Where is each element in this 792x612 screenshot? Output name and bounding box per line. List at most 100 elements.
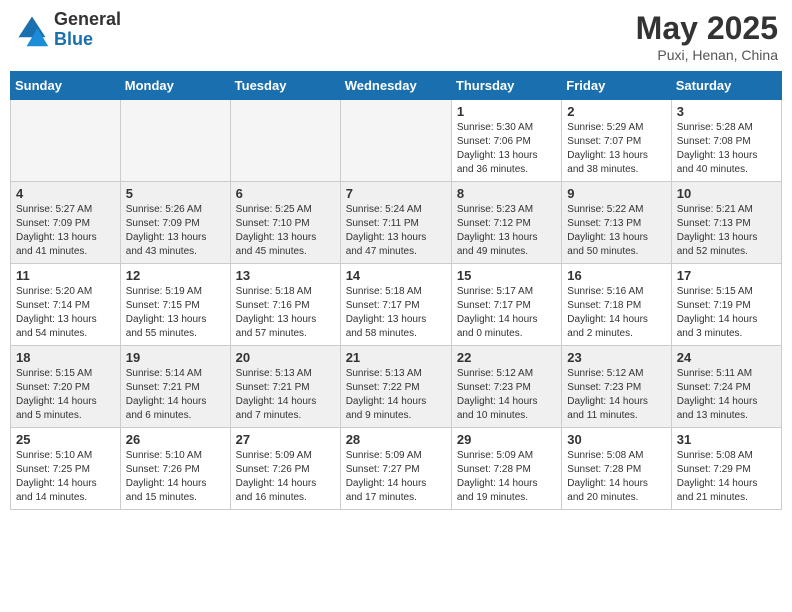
calendar-cell xyxy=(120,100,230,182)
day-info: Sunrise: 5:29 AM Sunset: 7:07 PM Dayligh… xyxy=(567,121,665,177)
day-info: Sunrise: 5:12 AM Sunset: 7:23 PM Dayligh… xyxy=(567,367,665,423)
calendar-cell: 23Sunrise: 5:12 AM Sunset: 7:23 PM Dayli… xyxy=(562,346,671,428)
day-number: 26 xyxy=(126,432,225,447)
day-info: Sunrise: 5:23 AM Sunset: 7:12 PM Dayligh… xyxy=(457,203,556,259)
calendar-cell: 29 Sunrise: 5:09 AM Sunset: 7:28 PM Dayli… xyxy=(451,428,561,510)
calendar-cell: 19 Sunrise: 5:14 AM Sunset: 7:21 PM Dayli… xyxy=(120,346,230,428)
week-row-2: 4Sunrise: 5:27 AM Sunset: 7:09 PM Daylig… xyxy=(11,182,782,264)
day-number: 6 xyxy=(236,186,335,201)
day-info: Sunrise: 5:15 AM Sunset: 7:20 PM Dayligh… xyxy=(16,367,115,423)
calendar-cell: 14Sunrise: 5:18 AM Sunset: 7:17 PM Dayli… xyxy=(340,264,451,346)
day-number: 2 xyxy=(567,104,665,119)
day-info: Sunrise: 5:22 AM Sunset: 7:13 PM Dayligh… xyxy=(567,203,665,259)
weekday-header-saturday: Saturday xyxy=(671,72,781,100)
weekday-header-sunday: Sunday xyxy=(11,72,121,100)
calendar-cell: 30 Sunrise: 5:08 AM Sunset: 7:28 PM Dayli… xyxy=(562,428,671,510)
day-number: 19 xyxy=(126,350,225,365)
day-number: 9 xyxy=(567,186,665,201)
day-info: Sunrise: 5:24 AM Sunset: 7:11 PM Dayligh… xyxy=(346,203,446,259)
calendar-cell xyxy=(11,100,121,182)
day-info: Sunrise: 5:08 AM Sunset: 7:29 PM Dayligh… xyxy=(677,449,776,505)
day-info: Sunrise: 5:17 AM Sunset: 7:17 PM Dayligh… xyxy=(457,285,556,341)
logo-blue-text: Blue xyxy=(54,30,121,50)
week-row-5: 25Sunrise: 5:10 AM Sunset: 7:25 PM Dayli… xyxy=(11,428,782,510)
day-info: Sunrise: 5:08 AM Sunset: 7:28 PM Dayligh… xyxy=(567,449,665,505)
calendar-cell: 26 Sunrise: 5:10 AM Sunset: 7:26 PM Dayli… xyxy=(120,428,230,510)
day-number: 15 xyxy=(457,268,556,283)
day-info: Sunrise: 5:12 AM Sunset: 7:23 PM Dayligh… xyxy=(457,367,556,423)
calendar-cell: 21 Sunrise: 5:13 AM Sunset: 7:22 PM Dayli… xyxy=(340,346,451,428)
day-info: Sunrise: 5:13 AM Sunset: 7:21 PM Dayligh… xyxy=(236,367,335,423)
logo-text: General Blue xyxy=(54,10,121,50)
weekday-header-wednesday: Wednesday xyxy=(340,72,451,100)
calendar-cell: 7 Sunrise: 5:24 AM Sunset: 7:11 PM Daylig… xyxy=(340,182,451,264)
day-info: Sunrise: 5:20 AM Sunset: 7:14 PM Dayligh… xyxy=(16,285,115,341)
day-number: 3 xyxy=(677,104,776,119)
logo: General Blue xyxy=(14,10,121,50)
calendar-cell: 16 Sunrise: 5:16 AM Sunset: 7:18 PM Dayli… xyxy=(562,264,671,346)
day-number: 1 xyxy=(457,104,556,119)
day-info: Sunrise: 5:14 AM Sunset: 7:21 PM Dayligh… xyxy=(126,367,225,423)
day-number: 18 xyxy=(16,350,115,365)
weekday-header-friday: Friday xyxy=(562,72,671,100)
day-number: 25 xyxy=(16,432,115,447)
day-info: Sunrise: 5:27 AM Sunset: 7:09 PM Dayligh… xyxy=(16,203,115,259)
logo-general-text: General xyxy=(54,10,121,30)
day-info: Sunrise: 5:13 AM Sunset: 7:22 PM Dayligh… xyxy=(346,367,446,423)
day-number: 16 xyxy=(567,268,665,283)
calendar-cell: 13 Sunrise: 5:18 AM Sunset: 7:16 PM Dayli… xyxy=(230,264,340,346)
calendar-cell: 15 Sunrise: 5:17 AM Sunset: 7:17 PM Dayli… xyxy=(451,264,561,346)
week-row-1: 1Sunrise: 5:30 AM Sunset: 7:06 PM Daylig… xyxy=(11,100,782,182)
day-number: 29 xyxy=(457,432,556,447)
day-info: Sunrise: 5:21 AM Sunset: 7:13 PM Dayligh… xyxy=(677,203,776,259)
day-number: 30 xyxy=(567,432,665,447)
calendar-cell: 11Sunrise: 5:20 AM Sunset: 7:14 PM Dayli… xyxy=(11,264,121,346)
calendar-cell: 12 Sunrise: 5:19 AM Sunset: 7:15 PM Dayli… xyxy=(120,264,230,346)
calendar-cell: 22Sunrise: 5:12 AM Sunset: 7:23 PM Dayli… xyxy=(451,346,561,428)
week-row-4: 18 Sunrise: 5:15 AM Sunset: 7:20 PM Dayli… xyxy=(11,346,782,428)
day-number: 21 xyxy=(346,350,446,365)
calendar-cell: 24 Sunrise: 5:11 AM Sunset: 7:24 PM Dayli… xyxy=(671,346,781,428)
day-number: 20 xyxy=(236,350,335,365)
title-block: May 2025 Puxi, Henan, China xyxy=(636,10,778,63)
calendar-cell: 28Sunrise: 5:09 AM Sunset: 7:27 PM Dayli… xyxy=(340,428,451,510)
day-info: Sunrise: 5:09 AM Sunset: 7:28 PM Dayligh… xyxy=(457,449,556,505)
day-info: Sunrise: 5:11 AM Sunset: 7:24 PM Dayligh… xyxy=(677,367,776,423)
day-info: Sunrise: 5:18 AM Sunset: 7:17 PM Dayligh… xyxy=(346,285,446,341)
calendar-cell: 10 Sunrise: 5:21 AM Sunset: 7:13 PM Dayli… xyxy=(671,182,781,264)
day-number: 12 xyxy=(126,268,225,283)
calendar-cell: 5Sunrise: 5:26 AM Sunset: 7:09 PM Daylig… xyxy=(120,182,230,264)
day-info: Sunrise: 5:18 AM Sunset: 7:16 PM Dayligh… xyxy=(236,285,335,341)
calendar-cell: 4Sunrise: 5:27 AM Sunset: 7:09 PM Daylig… xyxy=(11,182,121,264)
month-year: May 2025 xyxy=(636,10,778,47)
weekday-header-row: SundayMondayTuesdayWednesdayThursdayFrid… xyxy=(11,72,782,100)
calendar-cell: 1Sunrise: 5:30 AM Sunset: 7:06 PM Daylig… xyxy=(451,100,561,182)
day-number: 27 xyxy=(236,432,335,447)
calendar-cell: 6 Sunrise: 5:25 AM Sunset: 7:10 PM Daylig… xyxy=(230,182,340,264)
day-number: 10 xyxy=(677,186,776,201)
day-info: Sunrise: 5:10 AM Sunset: 7:26 PM Dayligh… xyxy=(126,449,225,505)
day-info: Sunrise: 5:25 AM Sunset: 7:10 PM Dayligh… xyxy=(236,203,335,259)
calendar-cell: 18 Sunrise: 5:15 AM Sunset: 7:20 PM Dayli… xyxy=(11,346,121,428)
location: Puxi, Henan, China xyxy=(636,47,778,63)
calendar-cell: 9 Sunrise: 5:22 AM Sunset: 7:13 PM Daylig… xyxy=(562,182,671,264)
day-number: 24 xyxy=(677,350,776,365)
day-number: 5 xyxy=(126,186,225,201)
calendar-cell: 17Sunrise: 5:15 AM Sunset: 7:19 PM Dayli… xyxy=(671,264,781,346)
day-info: Sunrise: 5:19 AM Sunset: 7:15 PM Dayligh… xyxy=(126,285,225,341)
day-info: Sunrise: 5:09 AM Sunset: 7:27 PM Dayligh… xyxy=(346,449,446,505)
day-number: 17 xyxy=(677,268,776,283)
day-info: Sunrise: 5:09 AM Sunset: 7:26 PM Dayligh… xyxy=(236,449,335,505)
day-number: 7 xyxy=(346,186,446,201)
calendar-table: SundayMondayTuesdayWednesdayThursdayFrid… xyxy=(10,71,782,510)
day-number: 31 xyxy=(677,432,776,447)
calendar-cell xyxy=(340,100,451,182)
day-info: Sunrise: 5:16 AM Sunset: 7:18 PM Dayligh… xyxy=(567,285,665,341)
calendar-cell: 3 Sunrise: 5:28 AM Sunset: 7:08 PM Daylig… xyxy=(671,100,781,182)
day-info: Sunrise: 5:28 AM Sunset: 7:08 PM Dayligh… xyxy=(677,121,776,177)
calendar-cell: 31 Sunrise: 5:08 AM Sunset: 7:29 PM Dayli… xyxy=(671,428,781,510)
day-number: 13 xyxy=(236,268,335,283)
calendar-cell: 25Sunrise: 5:10 AM Sunset: 7:25 PM Dayli… xyxy=(11,428,121,510)
week-row-3: 11Sunrise: 5:20 AM Sunset: 7:14 PM Dayli… xyxy=(11,264,782,346)
calendar-cell: 2 Sunrise: 5:29 AM Sunset: 7:07 PM Daylig… xyxy=(562,100,671,182)
